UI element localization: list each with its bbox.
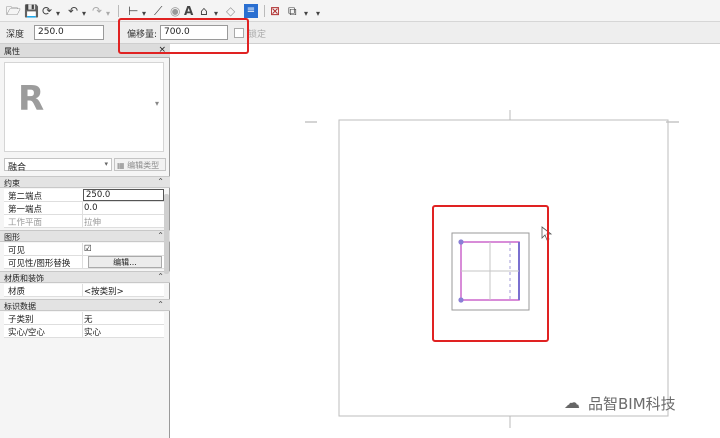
toolbar-separator (264, 5, 265, 17)
collapse-icon[interactable]: ⌃ (157, 177, 164, 186)
tag-icon[interactable]: ◉ (170, 4, 180, 18)
3d-view-icon[interactable]: ⌂ (200, 4, 208, 18)
collapse-icon[interactable]: ⌃ (157, 231, 164, 240)
dimension-icon[interactable]: ⟋ (154, 4, 162, 18)
undo-icon[interactable]: ↶ (68, 4, 78, 18)
options-bar: 深度 250.0 偏移量: 700.0 锁定 (0, 22, 720, 44)
property-row-second-end: 第二端点 250.0 (4, 189, 164, 202)
section-label: 图形 (4, 233, 20, 242)
property-value: 拉伸 (84, 218, 102, 228)
depth-input[interactable]: 250.0 (34, 25, 104, 40)
measure-icon[interactable]: ⊢ (128, 4, 138, 18)
lock-label: 锁定 (248, 30, 267, 40)
properties-title: 属性 (4, 47, 20, 56)
property-row-visible: 可见 ☑ (4, 243, 164, 256)
section-constraints[interactable]: 约束 ⌃ (0, 176, 170, 188)
property-value[interactable]: <按类别> (84, 285, 162, 297)
column-divider (82, 312, 83, 325)
close-hidden-icon[interactable]: ⊠ (270, 4, 280, 18)
property-label: 可见性/图形替换 (8, 259, 71, 269)
section-icon[interactable]: ◇ (226, 4, 235, 18)
property-label: 第一端点 (8, 205, 43, 215)
visible-checkbox[interactable]: ☑ (84, 244, 162, 254)
column-divider (82, 284, 83, 297)
quick-access-toolbar: 🗁 💾 ⟳ ▾ ↶ ▾ ↷ ▾ ⊢ ▾ ⟋ ◉ A ⌂ ▾ ◇ ≡ ⊠ ⧉ ▾ … (0, 0, 720, 22)
switch-windows-icon[interactable]: ⧉ (288, 4, 297, 18)
open-icon[interactable]: 🗁 (6, 4, 21, 18)
column-divider (82, 215, 83, 228)
revit-logo: R (18, 79, 45, 119)
property-label: 子类别 (8, 315, 34, 325)
customize-icon[interactable]: ▾ (316, 7, 320, 21)
property-value[interactable]: 实心 (84, 326, 162, 338)
property-row-material: 材质 <按类别> (4, 284, 164, 297)
section-graphics[interactable]: 图形 ⌃ (0, 230, 170, 242)
chevron-down-icon[interactable]: ▾ (106, 7, 110, 21)
highlight-offset-field (118, 18, 249, 54)
property-row-visibility-override: 可见性/图形替换 编辑... (4, 256, 164, 269)
section-materials[interactable]: 材质和装饰 ⌃ (0, 271, 170, 283)
type-selector-row: 融合 ▾ ▦ 编辑类型 (0, 156, 170, 173)
watermark-text: 品智BIM科技 (588, 395, 676, 413)
property-row-work-plane: 工作平面 拉伸 (4, 215, 164, 228)
properties-scrollbar[interactable] (164, 194, 169, 274)
property-label: 工作平面 (8, 218, 43, 228)
property-row-subcategory: 子类别 无 (4, 312, 164, 325)
section-label: 约束 (4, 179, 20, 188)
chevron-down-icon[interactable]: ▾ (304, 7, 308, 21)
type-selector[interactable]: 融合 ▾ (4, 158, 112, 173)
section-label: 标识数据 (4, 302, 36, 311)
redo-icon[interactable]: ↷ (92, 4, 102, 18)
text-icon[interactable]: A (184, 4, 193, 18)
edit-button[interactable]: 编辑... (88, 256, 162, 268)
chevron-down-icon[interactable]: ▾ (56, 7, 60, 21)
column-divider (82, 202, 83, 215)
chevron-down-icon[interactable]: ▾ (155, 99, 159, 108)
save-icon[interactable]: 💾 (24, 4, 39, 18)
sync-icon[interactable]: ⟳ (42, 4, 52, 18)
property-label: 第二端点 (8, 192, 43, 202)
property-label: 实心/空心 (8, 328, 45, 338)
toolbar-separator (118, 5, 119, 17)
property-value[interactable]: 250.0 (86, 190, 164, 200)
column-divider (82, 325, 83, 338)
property-label: 材质 (8, 287, 26, 297)
property-row-first-end: 第一端点 0.0 (4, 202, 164, 215)
thin-lines-icon[interactable]: ≡ (244, 4, 258, 18)
edit-type-icon: ▦ (117, 161, 128, 170)
section-identity[interactable]: 标识数据 ⌃ (0, 299, 170, 311)
edit-type-label: 编辑类型 (127, 161, 160, 170)
property-value[interactable]: 无 (84, 313, 162, 325)
type-selector-value: 融合 (8, 163, 27, 173)
property-row-solid-void: 实心/空心 实心 (4, 325, 164, 338)
edit-type-button[interactable]: ▦ 编辑类型 (114, 158, 166, 171)
wechat-icon: ☁ (564, 393, 580, 412)
type-preview[interactable]: R ▾ (4, 62, 164, 152)
chevron-down-icon[interactable]: ▾ (82, 7, 86, 21)
collapse-icon[interactable]: ⌃ (157, 300, 164, 309)
collapse-icon[interactable]: ⌃ (157, 272, 164, 281)
property-label: 可见 (8, 246, 26, 256)
section-label: 材质和装饰 (4, 274, 44, 283)
highlight-sketch (432, 205, 549, 342)
property-value[interactable]: 0.0 (84, 203, 162, 213)
depth-label: 深度 (6, 30, 25, 40)
column-divider (82, 256, 83, 269)
properties-palette: 属性 × R ▾ 融合 ▾ ▦ 编辑类型 约束 ⌃ 第二端点 250.0 第一端… (0, 44, 170, 438)
chevron-down-icon: ▾ (104, 160, 108, 168)
column-divider (82, 243, 83, 256)
